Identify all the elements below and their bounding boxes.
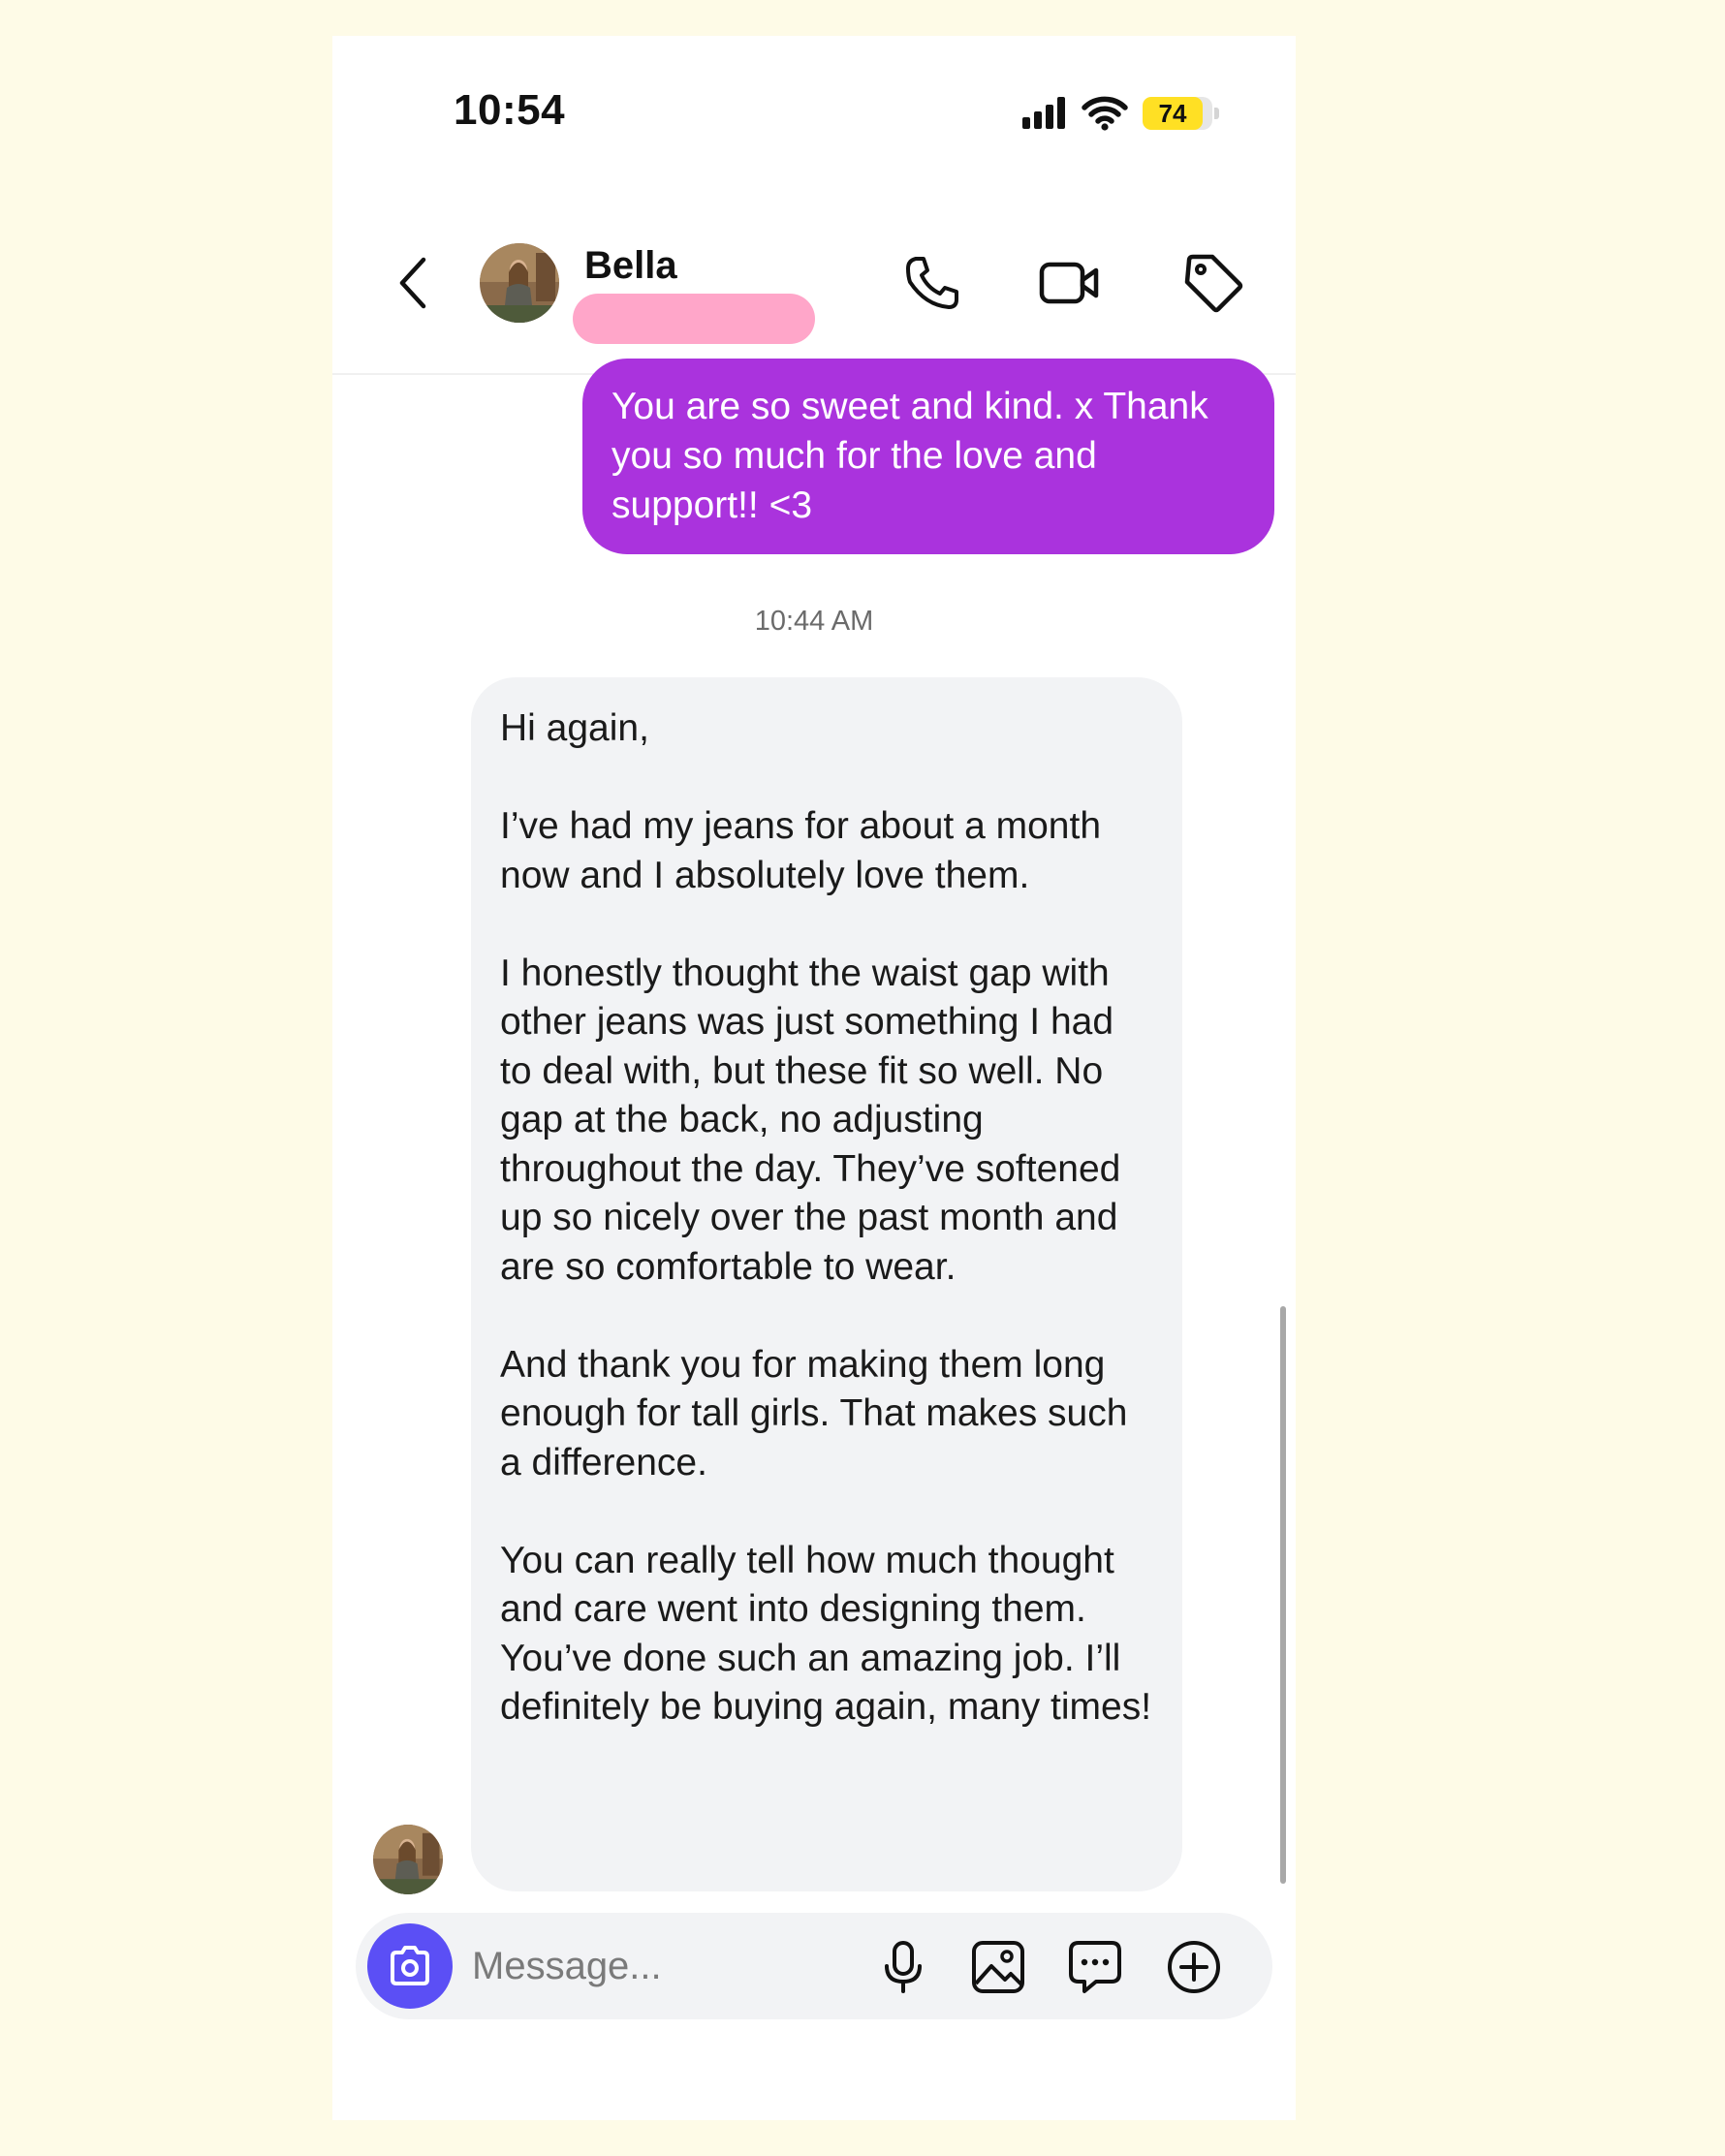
battery-level: 74 (1158, 98, 1187, 128)
signal-icon (1022, 97, 1065, 129)
scrollbar[interactable] (1280, 1306, 1286, 1884)
phone-screen: 10:54 74 Bella You are so sweet and kind… (332, 36, 1296, 2120)
sticker-chat-icon[interactable] (1067, 1939, 1123, 1995)
chat-header: Bella (332, 201, 1296, 375)
contact-name[interactable]: Bella (584, 244, 677, 288)
sender-avatar[interactable] (373, 1825, 443, 1894)
microphone-icon[interactable] (875, 1939, 931, 1995)
battery-tip (1214, 108, 1219, 119)
message-timestamp: 10:44 AM (754, 606, 874, 637)
battery-icon: 74 (1143, 97, 1203, 130)
avatar-photo (480, 243, 559, 323)
camera-icon (391, 1946, 429, 1985)
plus-circle-icon[interactable] (1166, 1939, 1222, 1995)
video-camera-icon[interactable] (1038, 251, 1102, 315)
outgoing-message-bubble[interactable]: You are so sweet and kind. x Thank you s… (582, 359, 1274, 554)
phone-icon[interactable] (900, 251, 964, 315)
image-icon[interactable] (970, 1939, 1026, 1995)
camera-button[interactable] (367, 1923, 453, 2009)
message-input[interactable] (472, 1934, 860, 1998)
status-time: 10:54 (454, 86, 566, 134)
wifi-icon (1082, 96, 1128, 131)
contact-avatar[interactable] (480, 243, 559, 323)
tag-icon[interactable] (1181, 251, 1245, 315)
message-composer (356, 1913, 1272, 2019)
avatar-photo (373, 1825, 443, 1894)
back-chevron-icon[interactable] (391, 254, 437, 312)
redacted-username (573, 294, 815, 344)
status-icons: 74 (1020, 92, 1234, 133)
incoming-message-bubble[interactable]: Hi again, I’ve had my jeans for about a … (471, 677, 1182, 1891)
